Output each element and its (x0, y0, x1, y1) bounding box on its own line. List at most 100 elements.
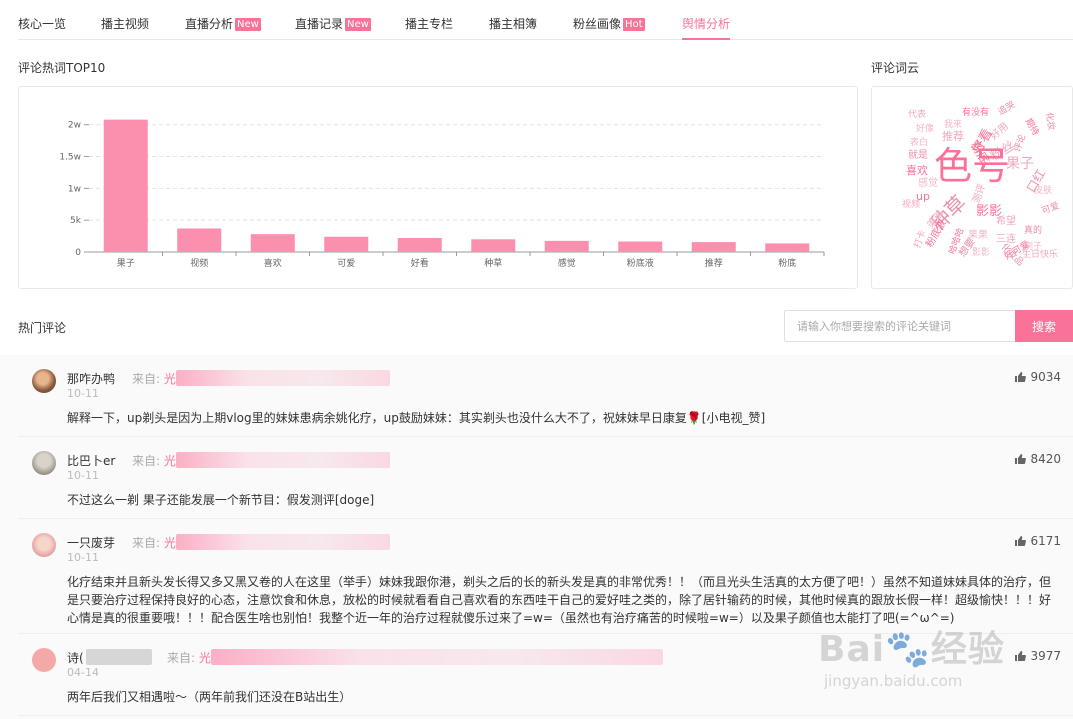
bar (544, 240, 589, 252)
x-tick-label: 视频 (190, 257, 208, 269)
cloud-word: 皮肤 (1034, 186, 1053, 196)
cloud-word: 喜欢 (906, 164, 928, 177)
tab-sentiment-analysis[interactable]: 舆情分析 (682, 15, 731, 40)
comment-likes: 9034 (1014, 370, 1061, 384)
tab-videos[interactable]: 播主视频 (101, 15, 149, 32)
tab-label: 舆情分析 (682, 17, 731, 31)
tab-live-records[interactable]: 直播记录 New (295, 15, 371, 32)
new-badge: New (345, 18, 371, 31)
cloud-word: 代表 (908, 110, 927, 120)
word-cloud-title: 评论词云 (871, 61, 920, 75)
avatar[interactable] (32, 451, 56, 475)
thumbs-up-icon (1015, 651, 1027, 661)
cloud-word: 推荐 (942, 130, 964, 143)
cloud-word: 希望 (996, 216, 1016, 227)
comment-username[interactable]: 那咋办鸭 (67, 370, 115, 387)
source-label: 来自: (132, 454, 161, 468)
bar (103, 119, 148, 252)
top10-title: 评论热词TOP10 (18, 61, 106, 75)
x-tick-label: 果子 (117, 258, 135, 269)
avatar[interactable] (32, 369, 56, 393)
x-tick-label: 粉底液 (627, 257, 654, 269)
x-tick-label: 可爱 (337, 258, 355, 269)
bar (765, 243, 810, 252)
search-button[interactable]: 搜索 (1015, 310, 1073, 342)
comment-date: 04-14 (67, 666, 99, 679)
comment-text: 化疗结束并且新头发长得又多又黑又卷的人在这里（举手）妹妹我跟你港，剃头之后的长的… (67, 575, 1052, 625)
tab-label: 直播记录 (295, 17, 344, 31)
comment-search-input[interactable] (784, 310, 1015, 342)
hot-words-chart-panel: 0 5k 1w 1.5w 2w 果子 视频 喜欢 可爱 好看 种草 感觉 粉底液 推荐 粉底 (18, 86, 858, 289)
comment-username[interactable]: 诗( (67, 649, 84, 666)
tab-label: 播主相簿 (489, 17, 538, 31)
cloud-word: 有没有 (962, 108, 990, 118)
x-tick-label: 感觉 (558, 257, 576, 269)
redacted-source (176, 534, 390, 550)
comment-source: 来自: 光 (132, 452, 176, 469)
x-tick-label: 喜欢 (264, 257, 282, 269)
x-tick-label: 推荐 (705, 257, 723, 269)
tab-label: 播主专栏 (405, 17, 454, 31)
comment-text: 不过这么一剃 果子还能发展一个新节目：假发测评[doge] (67, 493, 375, 507)
cloud-word: 生日快乐 (1022, 250, 1059, 260)
tab-live-analysis[interactable]: 直播分析 New (185, 15, 261, 32)
comment-source: 来自: 光 (167, 649, 211, 666)
comment-text: 解释一下，up剃头是因为上期vlog里的妹妹患病余姚化疗，up鼓励妹妹：其实剃头… (67, 411, 766, 425)
tab-fan-profile[interactable]: 粉丝画像 Hot (573, 15, 645, 32)
redacted-source (211, 649, 663, 665)
tab-label: 播主视频 (101, 17, 150, 31)
bar (324, 236, 369, 252)
source-label: 来自: (167, 651, 196, 665)
source-label: 来自: (132, 536, 161, 550)
hot-words-bar-chart: 0 5k 1w 1.5w 2w 果子 视频 喜欢 可爱 好看 种草 感觉 粉底液 推荐 粉底 (59, 119, 825, 269)
cloud-word: 影影 (972, 248, 991, 258)
redacted-source (176, 370, 390, 386)
tab-albums[interactable]: 播主相簿 (489, 15, 537, 32)
source-value: 光 (163, 536, 176, 550)
y-tick-label: 0 (75, 248, 81, 258)
bar (618, 241, 663, 252)
comment-item: 一只废芽 来自: 光 10-11 6171 化疗结束并且新头发长得又多又黑又卷的… (18, 519, 1073, 634)
hot-comments-title: 热门评论 (18, 321, 67, 335)
tab-core-overview[interactable]: 核心一览 (18, 15, 66, 32)
comment-username[interactable]: 一只废芽 (67, 534, 115, 551)
cloud-word: 表白 (910, 138, 929, 148)
comment-item: 诗( 来自: 光 04-14 3977 两年后我们又相遇啦～（两年前我们还没在B… (18, 634, 1073, 716)
tab-columns[interactable]: 播主专栏 (405, 15, 453, 32)
cloud-word: 就是 (908, 150, 928, 161)
likes-count: 3977 (1030, 649, 1061, 663)
thumbs-up-icon (1015, 536, 1027, 546)
avatar[interactable] (32, 533, 56, 557)
comment-date: 10-11 (67, 469, 99, 482)
source-value: 光 (198, 651, 211, 665)
cloud-word: 可爱 (1040, 201, 1062, 217)
likes-count: 9034 (1030, 370, 1061, 384)
y-tick-label: 1.5w (59, 153, 81, 163)
y-tick-label: 1w (68, 184, 81, 194)
comment-date: 10-11 (67, 551, 99, 564)
bar (250, 234, 295, 252)
word-cloud: 代表 有没有 追哭 我来 好用 期待 化妆 好像 推荐 好看 评论 表白 粉丝 粉底 就是 色号 果子 喜欢 口红感… (872, 87, 1072, 288)
redacted-source (176, 452, 390, 468)
cloud-word: 化妆 (1043, 111, 1056, 132)
comment-text: 两年后我们又相遇啦～（两年前我们还没在B站出生） (67, 690, 352, 704)
tab-label: 直播分析 (185, 17, 234, 31)
likes-count: 6171 (1030, 534, 1061, 548)
bar (471, 239, 516, 252)
cloud-word: 色号 (934, 144, 1011, 188)
cloud-word: 真的 (1024, 226, 1043, 236)
cloud-word: 追哭 (996, 100, 1018, 118)
cloud-word: 视频 (902, 200, 921, 210)
cloud-word: 好像 (916, 124, 935, 134)
cloud-word: 果子 (1006, 156, 1034, 172)
comment-item: 那咋办鸭 来自: 光 10-11 9034 解释一下，up剃头是因为上期vlog… (18, 355, 1073, 437)
comment-username[interactable]: 比巴卜er (67, 452, 115, 469)
avatar[interactable] (32, 648, 56, 672)
source-label: 来自: (132, 372, 161, 386)
bar (397, 238, 442, 252)
comment-source: 来自: 光 (132, 370, 176, 387)
comment-source: 来自: 光 (132, 534, 176, 551)
bar (177, 228, 222, 252)
tab-label: 核心一览 (18, 17, 67, 31)
comment-likes: 6171 (1014, 534, 1061, 548)
